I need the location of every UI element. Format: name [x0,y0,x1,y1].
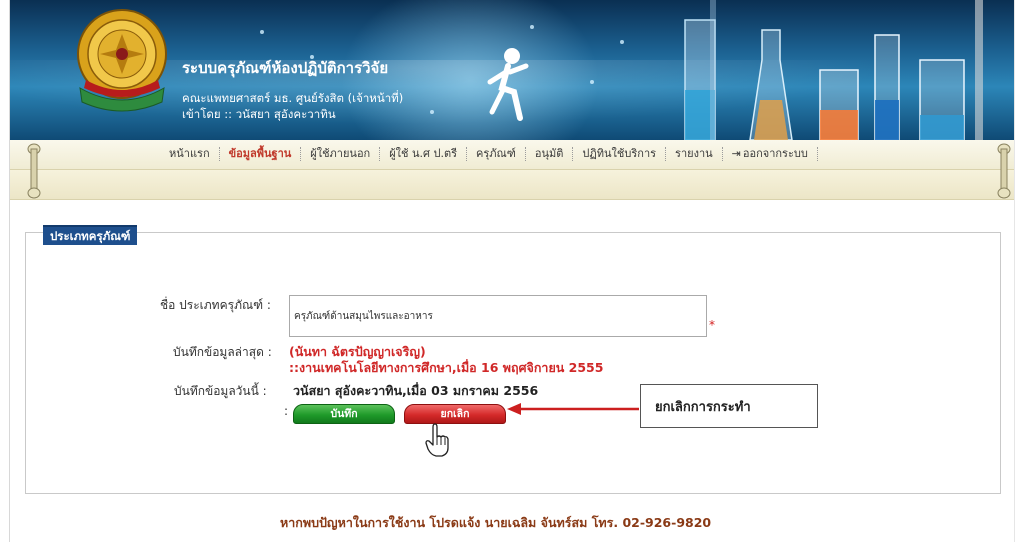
logout-label: ออกจากระบบ [742,147,808,160]
banner-particle [620,40,624,44]
main-menu-bar: หน้าแรก ข้อมูลพื้นฐาน ผู้ใช้ภายนอก ผู้ใช… [10,140,1014,170]
menu-item-approve[interactable]: อนุมัติ [526,147,574,161]
name-label: ชื่อ ประเภทครุภัณฑ์ : [160,298,271,312]
menu-item-reports[interactable]: รายงาน [666,147,723,161]
menu-item-logout[interactable]: ⇥ ออกจากระบบ [723,147,818,161]
right-frame-border [1014,0,1024,542]
last-saved-detail: ::งานเทคโนโลยีทางการศึกษา,เมื่อ 16 พฤศจิ… [289,360,604,375]
scroll-band [10,170,1014,200]
menu-item-undergrad-users[interactable]: ผู้ใช้ น.ศ ป.ตรี [380,147,468,161]
menu-item-service-calendar[interactable]: ปฏิทินใช้บริการ [573,147,667,161]
site-title: ระบบครุภัณฑ์ห้องปฏิบัติการวิจัย [182,59,389,77]
menu-item-basic-data[interactable]: ข้อมูลพื้นฐาน [220,147,302,161]
header-banner: ระบบครุภัณฑ์ห้องปฏิบัติการวิจัย คณะแพทยศ… [10,0,1014,140]
callout-arrow-icon [507,403,639,415]
buttons-colon: : [284,404,289,418]
logout-icon: ⇥ [731,147,741,160]
main-menu: หน้าแรก ข้อมูลพื้นฐาน ผู้ใช้ภายนอก ผู้ใช… [160,147,818,161]
last-saved-label: บันทึกข้อมูลล่าสุด : [173,345,272,359]
scroll-roll-left-icon [27,143,41,199]
university-seal-logo [77,9,167,112]
left-frame-border [0,0,10,542]
banner-particle [430,110,434,114]
cancel-button[interactable]: ยกเลิก [404,404,506,424]
footer-contact: หากพบปัญหาในการใช้งาน โปรดแจ้ง นายเฉลิม … [280,515,712,530]
banner-particle [530,25,534,29]
logged-in-user: เข้าโดย :: วนัสยา สุอังคะวาทิน [182,107,336,121]
runner-figure-icon [487,48,529,121]
save-button[interactable]: บันทึก [293,404,395,424]
scroll-roll-right-icon [997,143,1011,199]
today-value: วนัสยา สุอังคะวาทิน,เมื่อ 03 มกราคม 2556 [293,383,539,398]
laboratory-glassware-illustration [684,0,983,140]
required-mark: * [709,318,715,332]
menu-item-equipment[interactable]: ครุภัณฑ์ [467,147,526,161]
panel-title: ประเภทครุภัณฑ์ [43,225,138,245]
banner-particle [260,30,264,34]
equipment-type-name-input[interactable] [289,295,707,337]
cancel-callout-box: ยกเลิกการกระทำ [640,384,818,428]
today-label: บันทึกข้อมูลวันนี้ : [174,384,267,398]
hand-pointer-cursor-icon [425,423,449,457]
menu-item-home[interactable]: หน้าแรก [160,147,220,161]
banner-particle [590,80,594,84]
menu-item-external-users[interactable]: ผู้ใช้ภายนอก [301,147,381,161]
